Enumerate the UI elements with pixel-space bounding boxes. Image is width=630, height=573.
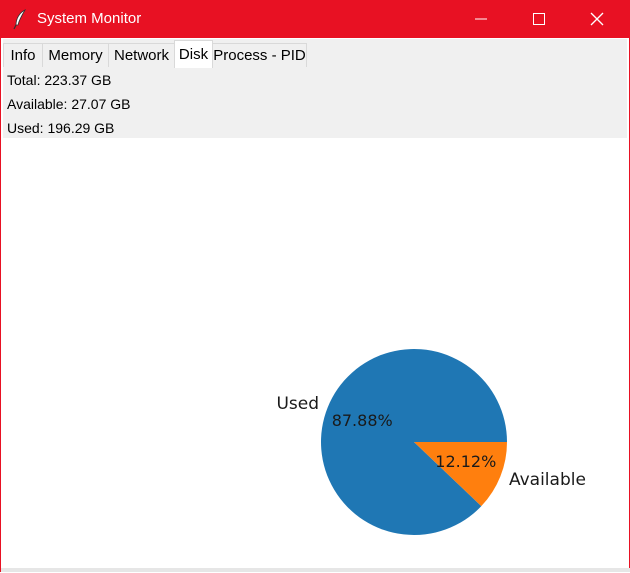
tab-network[interactable]: Network [108,43,175,67]
close-button[interactable] [568,0,626,38]
pie-category-label: Used [276,394,319,414]
app-window: System Monitor Info Memory Network Disk … [0,0,630,572]
disk-info-panel: Total: 223.37 GB Available: 27.07 GB Use… [3,68,627,138]
title-bar[interactable]: System Monitor [1,0,630,38]
tab-disk[interactable]: Disk [174,40,213,68]
feather-icon [13,9,27,30]
disk-total-label: Total: 223.37 GB [7,72,112,88]
pie-percent-label: 87.88% [332,411,393,430]
maximize-button[interactable] [510,0,568,38]
window-bottom-edge [1,568,630,572]
maximize-icon [533,13,545,25]
pie-percent-label: 12.12% [435,452,496,471]
chart-canvas: 87.88% Used 12.12% Available [3,138,627,568]
disk-used-label: Used: 196.29 GB [7,120,115,136]
tab-process-pid[interactable]: Process - PID [212,43,307,67]
minimize-icon [475,18,487,20]
tab-label: Info [10,47,36,64]
disk-usage-pie-chart: 87.88% Used 12.12% Available [276,349,586,536]
tab-label: Memory [48,47,103,64]
tab-bar: Info Memory Network Disk Process - PID [3,39,627,69]
tab-label: Process - PID [213,47,306,64]
tab-info[interactable]: Info [3,43,43,67]
tab-memory[interactable]: Memory [42,43,109,67]
tab-label: Disk [178,46,209,63]
close-icon [590,12,604,26]
window-title: System Monitor [37,10,142,27]
tab-label: Network [113,47,169,64]
pie-category-label: Available [509,470,586,490]
minimize-button[interactable] [452,0,510,38]
disk-available-label: Available: 27.07 GB [7,96,131,112]
